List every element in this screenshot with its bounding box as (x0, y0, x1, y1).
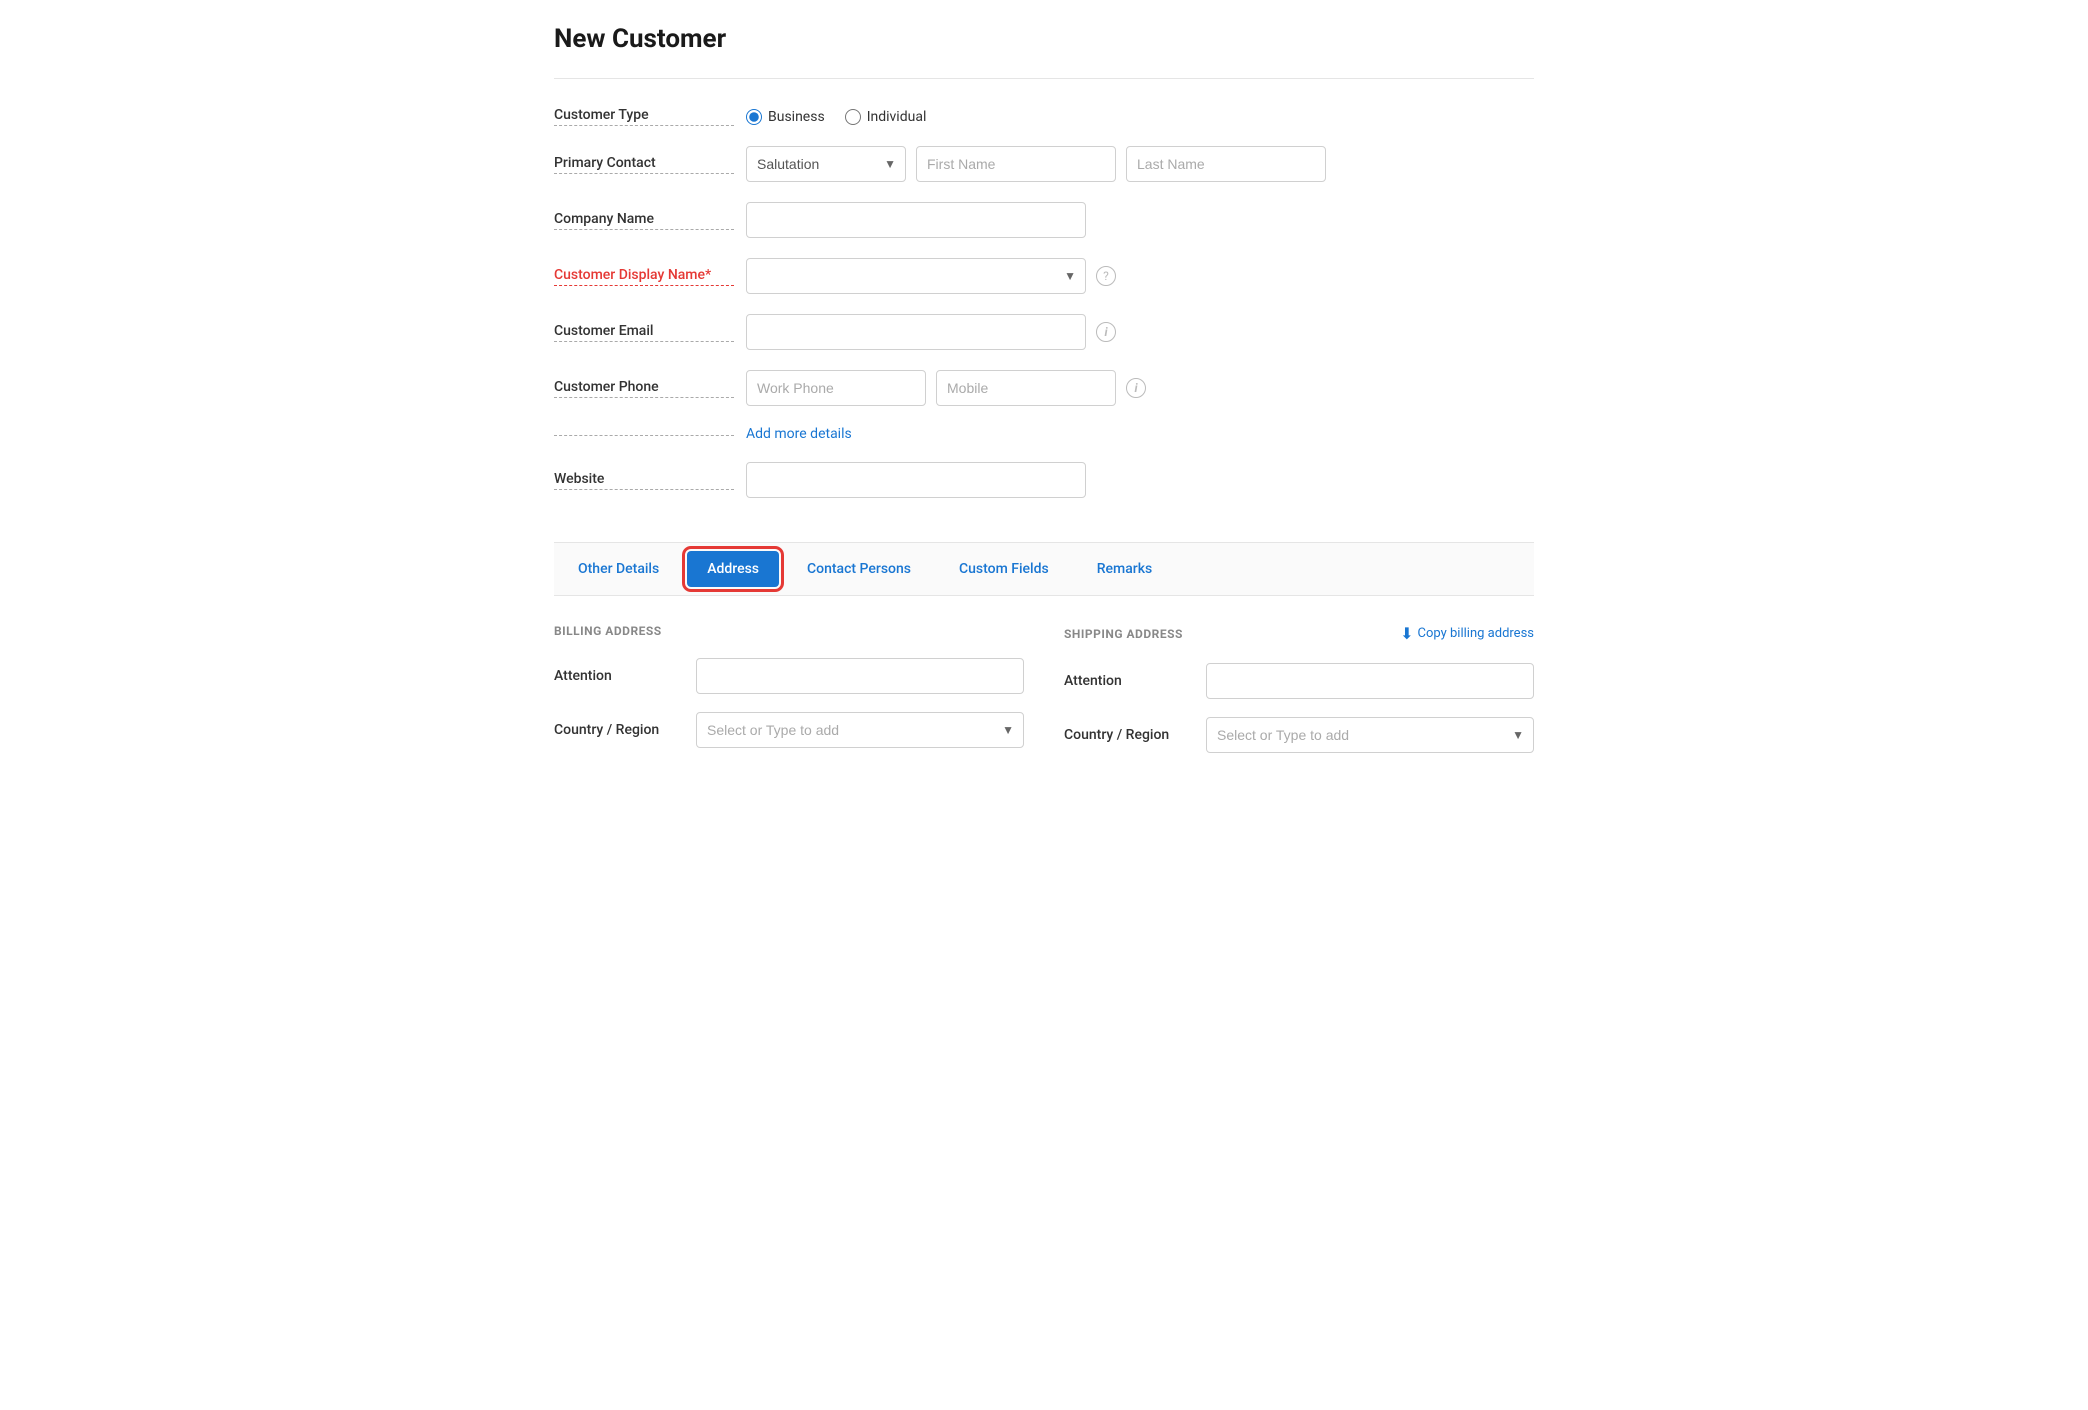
primary-contact-controls: Salutation Mr. Mrs. Ms. Dr. Prof. ▼ (746, 146, 1534, 182)
copy-billing-text: Copy billing address (1418, 626, 1534, 641)
email-info-icon[interactable]: i (1096, 322, 1116, 342)
primary-contact-row: Primary Contact Salutation Mr. Mrs. Ms. … (554, 146, 1534, 182)
radio-individual-label[interactable]: Individual (845, 109, 927, 125)
customer-email-row: Customer Email i (554, 314, 1534, 350)
page-title: New Customer (554, 24, 1534, 54)
customer-phone-controls: i (746, 370, 1534, 406)
primary-contact-label: Primary Contact (554, 155, 734, 174)
shipping-address-col: SHIPPING ADDRESS ⬇ Copy billing address … (1064, 624, 1534, 771)
customer-email-controls: i (746, 314, 1534, 350)
tab-contact-persons[interactable]: Contact Persons (783, 545, 935, 593)
company-name-controls (746, 202, 1534, 238)
last-name-input[interactable] (1126, 146, 1326, 182)
customer-phone-label: Customer Phone (554, 379, 734, 398)
shipping-address-header: SHIPPING ADDRESS ⬇ Copy billing address (1064, 624, 1534, 643)
shipping-address-title: SHIPPING ADDRESS (1064, 627, 1183, 641)
add-more-details-spacer (554, 433, 734, 436)
display-name-select[interactable] (746, 258, 1086, 294)
page-container: New Customer Customer Type Business Indi… (522, 0, 1566, 823)
company-name-label: Company Name (554, 211, 734, 230)
address-section: BILLING ADDRESS Attention Country / Regi… (554, 596, 1534, 799)
customer-email-label: Customer Email (554, 323, 734, 342)
customer-type-label: Customer Type (554, 107, 734, 126)
shipping-country-label: Country / Region (1064, 727, 1194, 743)
website-controls (746, 462, 1534, 498)
company-name-input[interactable] (746, 202, 1086, 238)
tab-address[interactable]: Address (687, 551, 779, 587)
customer-email-input[interactable] (746, 314, 1086, 350)
salutation-select[interactable]: Salutation Mr. Mrs. Ms. Dr. Prof. (746, 146, 906, 182)
shipping-attention-label: Attention (1064, 673, 1194, 689)
tab-other-details[interactable]: Other Details (554, 545, 683, 593)
customer-type-row: Customer Type Business Individual (554, 107, 1534, 126)
display-name-row: Customer Display Name* ▼ ? (554, 258, 1534, 294)
shipping-country-select-wrap: Select or Type to add ▼ (1206, 717, 1534, 753)
shipping-country-row: Country / Region Select or Type to add ▼ (1064, 717, 1534, 753)
billing-country-label: Country / Region (554, 722, 684, 738)
billing-country-select[interactable]: Select or Type to add (696, 712, 1024, 748)
billing-address-col: BILLING ADDRESS Attention Country / Regi… (554, 624, 1024, 771)
address-grid: BILLING ADDRESS Attention Country / Regi… (554, 624, 1534, 771)
customer-phone-row: Customer Phone i (554, 370, 1534, 406)
phone-info-icon[interactable]: i (1126, 378, 1146, 398)
mobile-input[interactable] (936, 370, 1116, 406)
website-row: Website (554, 462, 1534, 498)
form-section: Customer Type Business Individual Primar… (554, 107, 1534, 542)
radio-business-text: Business (768, 109, 825, 125)
customer-type-controls: Business Individual (746, 109, 1534, 125)
divider (554, 78, 1534, 79)
salutation-select-wrap: Salutation Mr. Mrs. Ms. Dr. Prof. ▼ (746, 146, 906, 182)
copy-billing-link[interactable]: ⬇ Copy billing address (1400, 624, 1534, 643)
tab-remarks[interactable]: Remarks (1073, 545, 1177, 593)
website-input[interactable] (746, 462, 1086, 498)
shipping-country-select[interactable]: Select or Type to add (1206, 717, 1534, 753)
billing-country-row: Country / Region Select or Type to add ▼ (554, 712, 1024, 748)
company-name-row: Company Name (554, 202, 1534, 238)
display-name-select-wrap: ▼ (746, 258, 1086, 294)
display-name-question-icon[interactable]: ? (1096, 266, 1116, 286)
add-more-details-row: Add more details (554, 426, 1534, 442)
tab-custom-fields[interactable]: Custom Fields (935, 545, 1073, 593)
tabs-nav: Other Details Address Contact Persons Cu… (554, 543, 1534, 595)
website-label: Website (554, 471, 734, 490)
billing-country-select-wrap: Select or Type to add ▼ (696, 712, 1024, 748)
shipping-attention-row: Attention (1064, 663, 1534, 699)
display-name-label: Customer Display Name* (554, 267, 734, 286)
billing-attention-label: Attention (554, 668, 684, 684)
work-phone-input[interactable] (746, 370, 926, 406)
billing-address-title: BILLING ADDRESS (554, 624, 662, 638)
radio-business[interactable] (746, 109, 762, 125)
radio-business-label[interactable]: Business (746, 109, 825, 125)
radio-individual[interactable] (845, 109, 861, 125)
add-more-details-link[interactable]: Add more details (746, 426, 852, 442)
shipping-attention-input[interactable] (1206, 663, 1534, 699)
display-name-controls: ▼ ? (746, 258, 1534, 294)
first-name-input[interactable] (916, 146, 1116, 182)
copy-billing-arrow-icon: ⬇ (1400, 624, 1413, 643)
tabs-section: Other Details Address Contact Persons Cu… (554, 542, 1534, 596)
billing-attention-row: Attention (554, 658, 1024, 694)
radio-individual-text: Individual (867, 109, 927, 125)
billing-attention-input[interactable] (696, 658, 1024, 694)
billing-address-header: BILLING ADDRESS (554, 624, 1024, 638)
